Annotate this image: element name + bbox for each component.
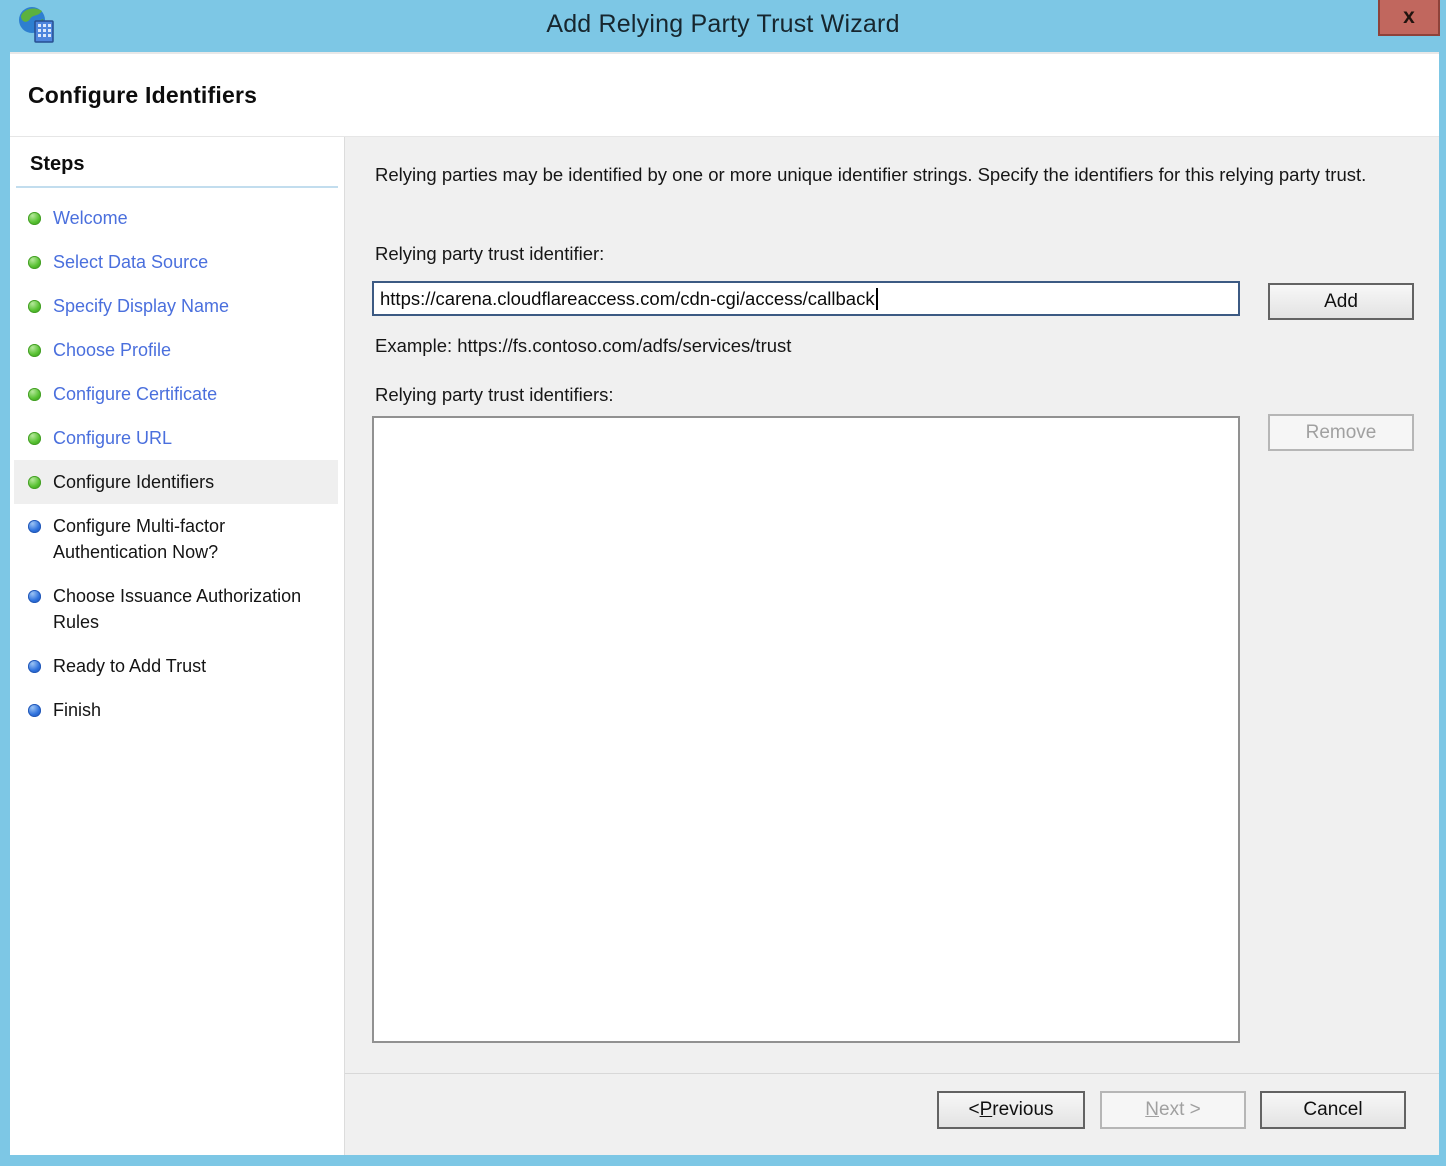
- step-item-configure-identifiers[interactable]: Configure Identifiers: [14, 460, 338, 504]
- page-title: Configure Identifiers: [28, 82, 257, 109]
- step-bullet-green-icon: [28, 300, 41, 313]
- step-label: Choose Profile: [53, 337, 171, 363]
- steps-list: Welcome Select Data Source Specify Display…: [10, 196, 344, 732]
- remove-button[interactable]: Remove: [1268, 414, 1414, 451]
- page-header: Configure Identifiers: [10, 52, 1439, 137]
- step-bullet-green-icon: [28, 432, 41, 445]
- identifier-input-value: https://carena.cloudflareaccess.com/cdn-…: [380, 288, 875, 310]
- step-item-configure-multi-factor-authentication-now[interactable]: Configure Multi-factor Authentication No…: [14, 504, 338, 574]
- step-bullet-green-icon: [28, 344, 41, 357]
- next-button[interactable]: Next >: [1100, 1091, 1246, 1129]
- step-label: Configure URL: [53, 425, 172, 451]
- step-bullet-blue-icon: [28, 590, 41, 603]
- intro-text: Relying parties may be identified by one…: [375, 161, 1405, 188]
- step-item-welcome[interactable]: Welcome: [14, 196, 338, 240]
- step-item-ready-to-add-trust[interactable]: Ready to Add Trust: [14, 644, 338, 688]
- step-item-choose-profile[interactable]: Choose Profile: [14, 328, 338, 372]
- step-item-specify-display-name[interactable]: Specify Display Name: [14, 284, 338, 328]
- step-item-configure-certificate[interactable]: Configure Certificate: [14, 372, 338, 416]
- add-button[interactable]: Add: [1268, 283, 1414, 320]
- step-label: Configure Identifiers: [53, 469, 214, 495]
- step-bullet-green-icon: [28, 476, 41, 489]
- step-label: Specify Display Name: [53, 293, 229, 319]
- close-button[interactable]: x: [1378, 0, 1440, 36]
- wizard-footer: < Previous Next > Cancel: [345, 1073, 1439, 1155]
- step-label: Ready to Add Trust: [53, 653, 206, 679]
- content-panel: Relying parties may be identified by one…: [345, 137, 1439, 1155]
- identifiers-list-label: Relying party trust identifiers:: [375, 384, 614, 406]
- title-bar: Add Relying Party Trust Wizard x: [0, 0, 1446, 52]
- step-bullet-blue-icon: [28, 520, 41, 533]
- identifier-label: Relying party trust identifier:: [375, 243, 604, 265]
- step-bullet-green-icon: [28, 212, 41, 225]
- step-item-select-data-source[interactable]: Select Data Source: [14, 240, 338, 284]
- steps-sidebar: Steps Welcome Select Data Source Specify D…: [10, 137, 345, 1155]
- step-label: Select Data Source: [53, 249, 208, 275]
- step-item-choose-issuance-authorization-rules[interactable]: Choose Issuance Authorization Rules: [14, 574, 338, 644]
- wizard-window: Add Relying Party Trust Wizard x Configu…: [0, 0, 1446, 1166]
- step-label: Configure Certificate: [53, 381, 217, 407]
- step-item-finish[interactable]: Finish: [14, 688, 338, 732]
- step-label: Configure Multi-factor Authentication No…: [53, 513, 332, 565]
- step-bullet-green-icon: [28, 388, 41, 401]
- window-title: Add Relying Party Trust Wizard: [0, 10, 1446, 39]
- step-bullet-blue-icon: [28, 704, 41, 717]
- steps-heading: Steps: [16, 149, 338, 188]
- identifiers-listbox[interactable]: [372, 416, 1240, 1043]
- identifier-input[interactable]: https://carena.cloudflareaccess.com/cdn-…: [372, 281, 1240, 316]
- step-bullet-green-icon: [28, 256, 41, 269]
- close-icon: x: [1403, 5, 1415, 29]
- step-bullet-blue-icon: [28, 660, 41, 673]
- cancel-button[interactable]: Cancel: [1260, 1091, 1406, 1129]
- step-label: Welcome: [53, 205, 128, 231]
- previous-button[interactable]: < Previous: [937, 1091, 1085, 1129]
- step-item-configure-url[interactable]: Configure URL: [14, 416, 338, 460]
- text-caret: [876, 288, 878, 310]
- window-body: Configure Identifiers Steps Welcome Selec…: [10, 52, 1439, 1155]
- example-text: Example: https://fs.contoso.com/adfs/ser…: [375, 335, 791, 357]
- step-label: Finish: [53, 697, 101, 723]
- step-label: Choose Issuance Authorization Rules: [53, 583, 332, 635]
